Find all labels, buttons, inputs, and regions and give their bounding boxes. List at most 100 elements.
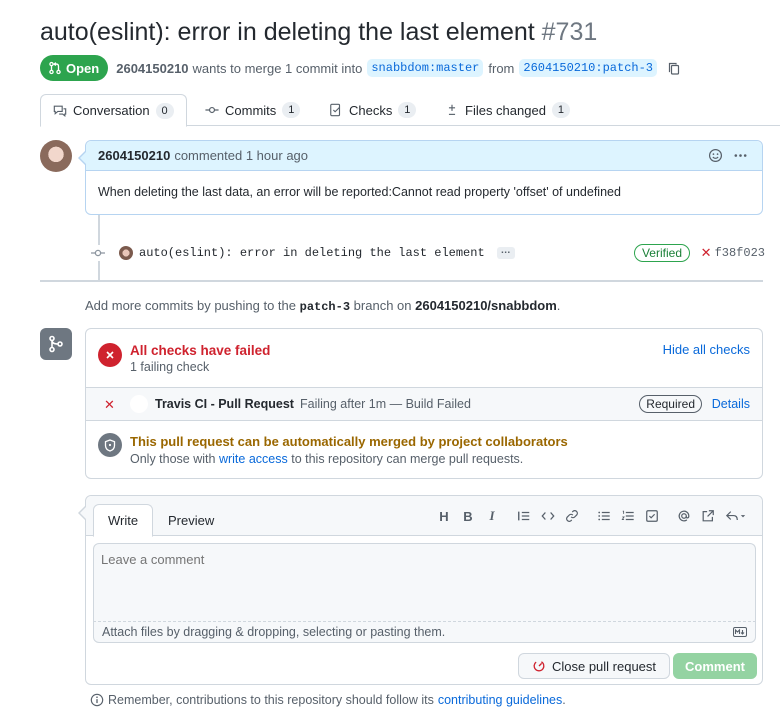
attach-files-bar[interactable]: Attach files by dragging & dropping, sel… (93, 621, 756, 643)
pr-meta: Open 2604150210 wants to merge 1 commit … (40, 55, 680, 81)
commit-icon (90, 245, 106, 261)
comment-submit-button[interactable]: Comment (673, 653, 757, 679)
tab-files-changed-count: 1 (551, 102, 570, 118)
checks-title: All checks have failed (130, 343, 271, 358)
close-pull-request-label: Close pull request (551, 658, 657, 674)
merge-sub-suffix: to this repository can merge pull reques… (291, 452, 524, 466)
code-icon[interactable] (540, 508, 556, 524)
status-badge-label: Open (66, 60, 100, 76)
link-icon[interactable] (564, 508, 580, 524)
add-commits-repo: 2604150210/snabbdom (415, 298, 557, 313)
commit-author-avatar[interactable] (119, 246, 133, 260)
attach-files-text: Attach files by dragging & dropping, sel… (102, 625, 446, 639)
tab-write[interactable]: Write (93, 504, 154, 537)
comment-textarea[interactable] (93, 543, 756, 621)
merge-box: All checks have failed 1 failing check H… (85, 328, 763, 479)
commit-row: auto(eslint): error in deleting the last… (90, 243, 765, 263)
contributing-prefix: Remember, contributions to this reposito… (108, 693, 434, 707)
check-name: Travis CI - Pull Request (155, 397, 294, 411)
add-commits-branch: patch-3 (299, 300, 351, 314)
base-branch[interactable]: snabbdom:master (367, 59, 484, 77)
merge-status: This pull request can be automatically m… (86, 421, 762, 479)
reply-icon[interactable] (724, 508, 748, 524)
tab-conversation[interactable]: Conversation 0 (40, 94, 187, 127)
details-link[interactable]: Details (712, 397, 750, 411)
contributing-guidelines-link[interactable]: contributing guidelines (438, 693, 562, 707)
pr-tabs: Conversation 0 Commits 1 Checks 1 Files … (40, 94, 780, 127)
commit-sha[interactable]: ✕ f38f023 (701, 245, 765, 261)
pr-author[interactable]: 2604150210 (116, 61, 188, 76)
merge-sub-prefix: Only those with (130, 452, 216, 466)
contributing-suffix: . (562, 693, 566, 707)
add-commits-prefix: Add more commits by pushing to the (85, 298, 296, 313)
comment-timestamp: commented 1 hour ago (174, 148, 309, 163)
italic-icon[interactable]: I (484, 508, 500, 524)
merge-text: wants to merge 1 commit into (192, 60, 363, 76)
pr-title: auto(eslint): error in deleting the last… (40, 18, 597, 47)
tab-checks-count: 1 (398, 102, 417, 118)
pull-request-closed-icon (533, 660, 545, 672)
hide-checks-link[interactable]: Hide all checks (663, 342, 750, 357)
commit-message[interactable]: auto(eslint): error in deleting the last… (139, 246, 485, 260)
status-badge: Open (40, 55, 109, 81)
x-icon: ✕ (700, 245, 712, 260)
tab-commits-count: 1 (282, 102, 301, 118)
commit-icon (205, 106, 219, 114)
file-diff-icon (448, 104, 456, 115)
commit-expand-button[interactable]: … (496, 246, 515, 259)
add-commits-note: Add more commits by pushing to the patch… (85, 298, 560, 314)
tab-commits[interactable]: Commits 1 (193, 94, 312, 126)
avatar[interactable] (40, 140, 72, 172)
required-badge: Required (639, 395, 702, 413)
tab-commits-label: Commits (225, 102, 277, 118)
merge-title: This pull request can be automatically m… (130, 434, 568, 449)
shield-icon (98, 433, 122, 457)
comment-actions (708, 148, 748, 163)
kebab-horizontal-icon[interactable] (733, 148, 748, 163)
contributing-note: Remember, contributions to this reposito… (90, 693, 566, 707)
comment-box: 2604150210 commented 1 hour ago When del… (78, 140, 763, 215)
comment-discussion-icon (53, 105, 67, 117)
pr-title-text: auto(eslint): error in deleting the last… (40, 18, 535, 46)
mention-icon[interactable] (676, 508, 692, 524)
tasklist-icon[interactable] (644, 508, 660, 524)
tab-preview[interactable]: Preview (154, 504, 228, 537)
write-access-link[interactable]: write access (219, 452, 288, 466)
tab-files-changed[interactable]: Files changed 1 (433, 94, 582, 126)
quote-icon[interactable] (516, 508, 532, 524)
markdown-icon[interactable] (733, 627, 747, 637)
checklist-icon (330, 103, 341, 117)
verified-badge[interactable]: Verified (633, 244, 690, 262)
check-item-travis: ✕ Travis CI - Pull Request Failing after… (86, 388, 762, 421)
smiley-icon[interactable] (708, 148, 723, 163)
copy-icon[interactable] (668, 62, 680, 75)
commit-sha-text: f38f023 (714, 246, 765, 260)
bold-icon[interactable]: B (460, 508, 476, 524)
tab-files-changed-label: Files changed (465, 102, 546, 118)
info-icon (90, 693, 104, 707)
merge-subtitle: Only those with write access to this rep… (130, 452, 523, 466)
cross-reference-icon[interactable] (700, 508, 716, 524)
travis-logo-icon (130, 395, 148, 413)
close-pull-request-button[interactable]: Close pull request (518, 653, 670, 679)
comment-author[interactable]: 2604150210 (98, 148, 170, 163)
checks-subtitle: 1 failing check (130, 360, 210, 374)
head-branch[interactable]: 2604150210:patch-3 (519, 59, 657, 77)
unordered-list-icon[interactable] (596, 508, 612, 524)
add-commits-suffix: . (556, 298, 561, 313)
add-commits-middle: branch on (353, 298, 412, 313)
ordered-list-icon[interactable] (620, 508, 636, 524)
checks-summary: All checks have failed 1 failing check H… (86, 329, 762, 388)
editor-header: Write Preview H B I (86, 496, 762, 537)
tab-checks[interactable]: Checks 1 (317, 94, 428, 126)
x-icon: ✕ (104, 397, 115, 412)
markdown-toolbar: H B I (436, 508, 748, 524)
from-text: from (488, 60, 515, 76)
timeline-divider (40, 280, 763, 282)
pr-number: #731 (541, 18, 598, 46)
pull-request-icon (49, 61, 61, 75)
tab-conversation-count: 0 (155, 102, 174, 119)
heading-icon[interactable]: H (436, 508, 452, 524)
comment-body: When deleting the last data, an error wi… (98, 185, 621, 199)
tab-checks-label: Checks (349, 102, 393, 118)
